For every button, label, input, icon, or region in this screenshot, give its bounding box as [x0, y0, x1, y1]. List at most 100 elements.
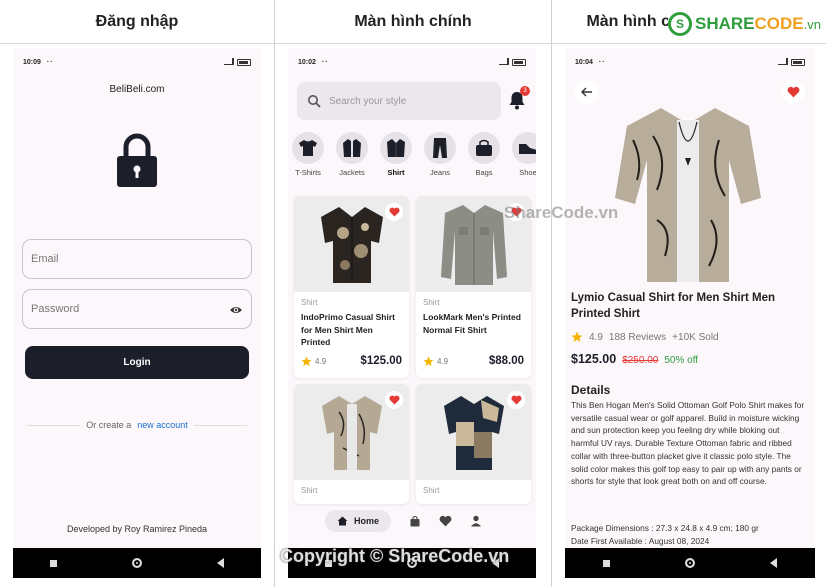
search-input[interactable]: Search your style	[297, 82, 501, 120]
original-price: $250.00	[622, 355, 659, 366]
star-icon	[301, 356, 312, 366]
notification-button[interactable]: 3	[508, 86, 530, 110]
product-title: Lymio Casual Shirt for Men Shirt Men Pri…	[571, 292, 776, 320]
column-title-home: Màn hình chính	[354, 13, 472, 30]
home-circle-icon[interactable]	[131, 558, 142, 568]
product-card[interactable]: Shirt	[416, 384, 531, 504]
category-tshirts[interactable]: T-Shirts	[292, 132, 324, 177]
signal-icon	[778, 58, 788, 65]
password-field[interactable]: Password	[22, 289, 252, 329]
home-icon	[337, 516, 348, 526]
login-button[interactable]: Login	[25, 346, 249, 379]
category-shoes[interactable]: Shoe	[512, 132, 536, 177]
jacket-icon	[343, 139, 361, 157]
back-triangle-icon[interactable]	[216, 558, 224, 568]
battery-icon	[512, 58, 526, 66]
heart-icon	[388, 207, 400, 217]
jeans-icon	[433, 138, 447, 158]
product-name: IndoPrimo Casual Shirt for Men Shirt Men…	[301, 312, 395, 347]
battery-icon	[791, 58, 805, 66]
product-card[interactable]: Shirt IndoPrimo Casual Shirt for Men Shi…	[294, 196, 409, 378]
brand-name: BeliBeli.com	[109, 84, 165, 95]
android-nav-bar	[13, 548, 261, 578]
discount-label: 50% off	[664, 355, 699, 366]
signal-icon	[499, 58, 509, 65]
column-title-login: Đăng nhập	[95, 13, 179, 30]
notification-badge: 3	[520, 86, 530, 96]
sold-count: +10K Sold	[672, 331, 719, 343]
battery-icon	[237, 58, 251, 66]
product-image	[416, 384, 531, 480]
product-rating: 4.9	[301, 356, 326, 367]
patchwork-shirt-image	[443, 396, 504, 470]
column-title-detail: Màn hình c	[586, 13, 670, 30]
recents-icon[interactable]	[50, 559, 58, 567]
sharecode-logo: S SHARECODE.vn	[668, 12, 821, 36]
category-jackets[interactable]: Jackets	[336, 132, 368, 177]
email-field[interactable]: Email	[22, 239, 252, 279]
product-image	[294, 384, 409, 480]
spec-date: Date First Available : August 08, 2024	[571, 536, 710, 546]
favorite-button[interactable]	[385, 203, 403, 221]
product-name: LookMark Men's Printed Normal Fit Shirt	[423, 312, 521, 335]
eye-icon[interactable]	[229, 303, 243, 317]
profile-icon[interactable]	[470, 515, 482, 527]
back-button[interactable]	[575, 80, 599, 104]
product-image	[294, 196, 409, 292]
details-heading: Details	[571, 383, 611, 397]
review-count: 188 Reviews	[608, 331, 667, 343]
screenshot-canvas: Đăng nhập Màn hình chính Màn hình c S SH…	[0, 0, 826, 587]
status-bar: 10:02 ··	[298, 56, 526, 68]
recents-icon[interactable]	[602, 559, 610, 567]
shoe-icon	[519, 144, 536, 154]
product-rating-row: 4.9 188 Reviews +10K Sold	[571, 331, 719, 343]
category-list: T-Shirts Jackets Shirt Jeans Bags Shoe	[292, 132, 536, 177]
header-divider	[0, 43, 826, 44]
star-icon	[423, 356, 434, 366]
android-nav-bar	[565, 548, 815, 578]
category-shirt[interactable]: Shirt	[380, 132, 412, 177]
search-placeholder: Search your style	[329, 95, 407, 107]
home-circle-icon[interactable]	[684, 558, 695, 568]
status-bar: 10:04 ··	[575, 56, 805, 68]
heart-icon	[388, 395, 400, 405]
product-hero-image	[615, 108, 761, 282]
search-icon	[308, 95, 321, 108]
shirt-icon	[387, 139, 405, 157]
category-bags[interactable]: Bags	[468, 132, 500, 177]
price-row: $125.00 $250.00 50% off	[571, 352, 698, 366]
password-placeholder: Password	[31, 303, 80, 315]
column-divider	[274, 0, 275, 587]
favorite-button[interactable]	[781, 80, 805, 104]
bottom-navigation: Home	[325, 510, 482, 532]
shopping-bag-icon[interactable]	[409, 515, 421, 527]
tshirt-icon	[299, 140, 317, 156]
nav-home[interactable]: Home	[325, 510, 392, 532]
favorite-button[interactable]	[507, 391, 525, 409]
watermark-text: ShareCode.vn	[504, 203, 619, 222]
divider	[27, 424, 81, 426]
star-icon	[571, 331, 583, 342]
category-jeans[interactable]: Jeans	[424, 132, 456, 177]
back-triangle-icon[interactable]	[770, 558, 778, 568]
product-price: $125.00	[360, 355, 402, 367]
divider	[193, 424, 248, 426]
product-description: This Ben Hogan Men's Solid Ottoman Golf …	[571, 400, 805, 487]
current-price: $125.00	[571, 352, 617, 366]
spec-dimensions: Package Dimensions : 27.3 x 24.8 x 4.9 c…	[571, 523, 759, 533]
status-bar: 10:09 ··	[23, 56, 251, 68]
or-text: Or create a	[86, 420, 132, 430]
product-card[interactable]: Shirt LookMark Men's Printed Normal Fit …	[416, 196, 531, 378]
new-account-link[interactable]: new account	[137, 420, 188, 430]
column-divider	[551, 0, 552, 587]
bag-icon	[476, 139, 492, 156]
product-rating: 4.9	[423, 356, 448, 367]
heart-icon	[787, 86, 799, 98]
rating-value: 4.9	[589, 331, 603, 343]
create-account-row: Or create a new account	[27, 420, 248, 430]
heart-nav-icon[interactable]	[439, 515, 452, 527]
product-card[interactable]: Shirt	[294, 384, 409, 504]
developer-credit: Developed by Roy Ramirez Pineda	[66, 524, 208, 534]
product-category: Shirt	[423, 486, 440, 495]
favorite-button[interactable]	[385, 391, 403, 409]
